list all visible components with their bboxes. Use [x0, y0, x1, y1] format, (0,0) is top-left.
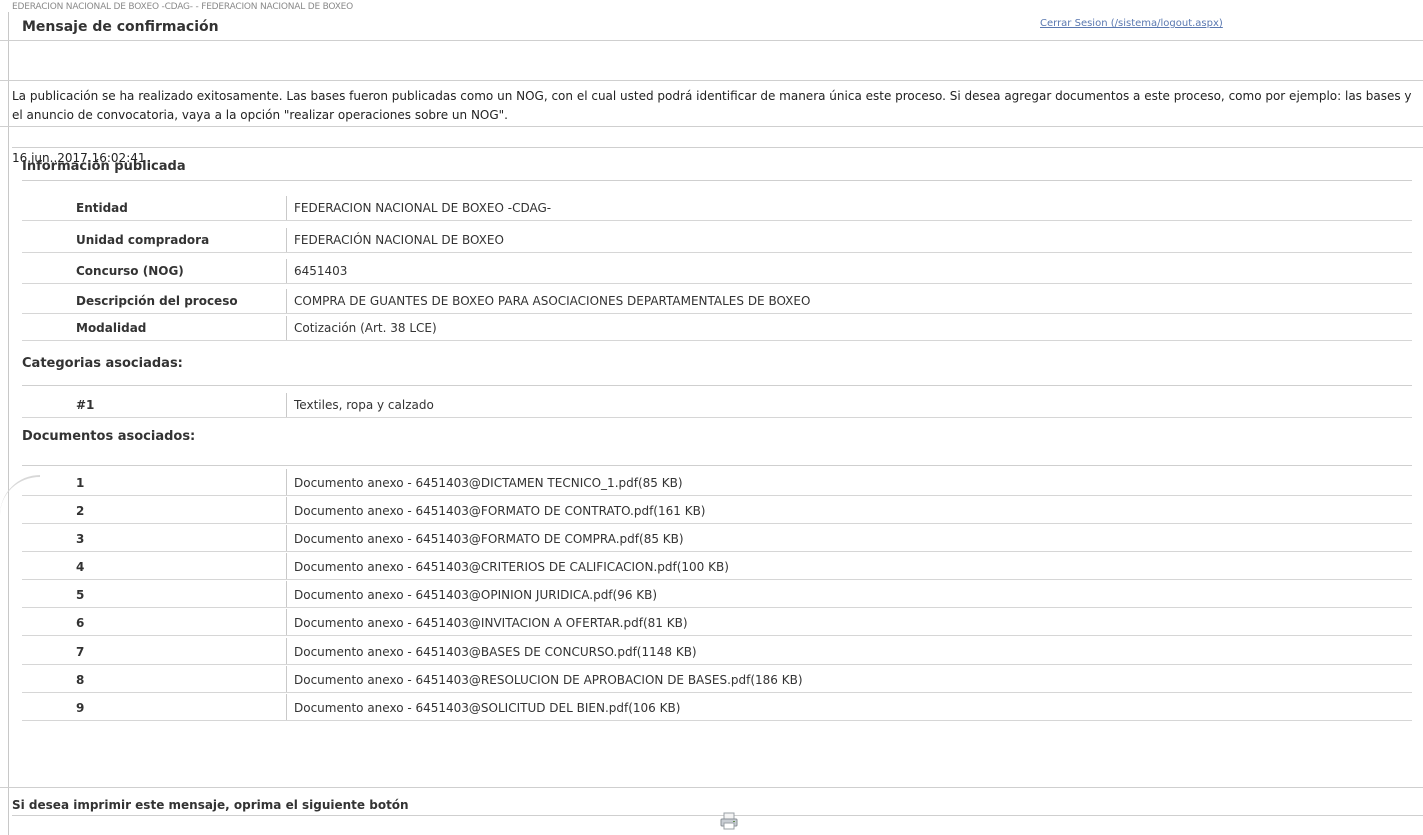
column-separator [286, 196, 287, 220]
column-separator [286, 609, 287, 635]
document-row: 8 Documento anexo - 6451403@RESOLUCION D… [22, 666, 1412, 693]
column-separator [286, 553, 287, 579]
row-value: 6451403 [294, 264, 348, 278]
row-label: Descripción del proceso [76, 294, 238, 308]
document-number: 6 [76, 616, 85, 630]
document-row: 6 Documento anexo - 6451403@INVITACION A… [22, 609, 1412, 636]
documents-heading: Documentos asociados: [22, 429, 196, 444]
document-link[interactable]: Documento anexo - 6451403@FORMATO DE CON… [294, 504, 705, 518]
document-row: 7 Documento anexo - 6451403@BASES DE CON… [22, 638, 1412, 665]
row-label: Modalidad [76, 321, 147, 335]
document-row: 1 Documento anexo - 6451403@DICTAMEN TEC… [22, 469, 1412, 496]
document-number: 3 [76, 532, 85, 546]
logout-link[interactable]: Cerrar Sesion (/sistema/logout.aspx) [1040, 18, 1223, 29]
print-prompt: Si desea imprimir este mensaje, oprima e… [12, 798, 409, 812]
row-value: COMPRA DE GUANTES DE BOXEO PARA ASOCIACI… [294, 294, 811, 308]
document-row: 5 Documento anexo - 6451403@OPINION JURI… [22, 581, 1412, 608]
left-border [8, 12, 9, 835]
document-link[interactable]: Documento anexo - 6451403@INVITACION A O… [294, 616, 688, 630]
published-row: Descripción del proceso COMPRA DE GUANTE… [22, 289, 1412, 314]
document-row: 2 Documento anexo - 6451403@FORMATO DE C… [22, 497, 1412, 524]
published-info-heading: Información publicada [22, 159, 186, 174]
print-button[interactable] [720, 812, 738, 830]
row-value: Cotización (Art. 38 LCE) [294, 321, 437, 335]
document-link[interactable]: Documento anexo - 6451403@CRITERIOS DE C… [294, 560, 729, 574]
column-separator [286, 638, 287, 664]
row-value: FEDERACION NACIONAL DE BOXEO -CDAG- [294, 201, 552, 215]
divider [0, 787, 1423, 788]
document-row: 4 Documento anexo - 6451403@CRITERIOS DE… [22, 553, 1412, 580]
column-separator [286, 228, 287, 252]
document-link[interactable]: Documento anexo - 6451403@RESOLUCION DE … [294, 673, 803, 687]
row-value: FEDERACIÓN NACIONAL DE BOXEO [294, 233, 504, 247]
document-row: 9 Documento anexo - 6451403@SOLICITUD DE… [22, 694, 1412, 721]
document-number: 9 [76, 701, 85, 715]
column-separator [286, 666, 287, 692]
document-number: 5 [76, 588, 85, 602]
categories-heading: Categorias asociadas: [22, 356, 183, 371]
document-row: 3 Documento anexo - 6451403@FORMATO DE C… [22, 525, 1412, 552]
document-link[interactable]: Documento anexo - 6451403@DICTAMEN TECNI… [294, 476, 683, 490]
printer-icon [720, 812, 738, 830]
document-number: 1 [76, 476, 85, 490]
divider [22, 385, 1412, 386]
document-link[interactable]: Documento anexo - 6451403@FORMATO DE COM… [294, 532, 684, 546]
document-number: 8 [76, 673, 85, 687]
divider [0, 80, 1423, 81]
column-separator [286, 316, 287, 340]
column-separator [286, 497, 287, 523]
document-link[interactable]: Documento anexo - 6451403@SOLICITUD DEL … [294, 701, 680, 715]
column-separator [286, 525, 287, 551]
divider [22, 465, 1412, 466]
row-label: Entidad [76, 201, 128, 215]
document-number: 4 [76, 560, 85, 574]
category-row: #1 Textiles, ropa y calzado [22, 393, 1412, 418]
column-separator [286, 469, 287, 495]
column-separator [286, 259, 287, 283]
header-strip: EDERACION NACIONAL DE BOXEO -CDAG- - FED… [12, 2, 354, 12]
published-row: Concurso (NOG) 6451403 [22, 259, 1412, 284]
divider [12, 815, 1423, 816]
category-number: #1 [76, 398, 95, 412]
divider [0, 126, 1423, 127]
divider [0, 40, 1423, 41]
category-name: Textiles, ropa y calzado [294, 398, 434, 412]
divider [12, 147, 1423, 148]
document-link[interactable]: Documento anexo - 6451403@BASES DE CONCU… [294, 645, 697, 659]
confirmation-message: La publicación se ha realizado exitosame… [12, 89, 1412, 122]
row-label: Concurso (NOG) [76, 264, 184, 278]
published-row: Unidad compradora FEDERACIÓN NACIONAL DE… [22, 228, 1412, 253]
column-separator [286, 393, 287, 417]
document-number: 2 [76, 504, 85, 518]
document-link[interactable]: Documento anexo - 6451403@OPINION JURIDI… [294, 588, 657, 602]
published-row: Modalidad Cotización (Art. 38 LCE) [22, 316, 1412, 341]
column-separator [286, 289, 287, 313]
document-number: 7 [76, 645, 85, 659]
row-label: Unidad compradora [76, 233, 210, 247]
published-row: Entidad FEDERACION NACIONAL DE BOXEO -CD… [22, 196, 1412, 221]
column-separator [286, 694, 287, 720]
divider [22, 180, 1412, 181]
page-title: Mensaje de confirmación [22, 19, 219, 35]
column-separator [286, 581, 287, 607]
